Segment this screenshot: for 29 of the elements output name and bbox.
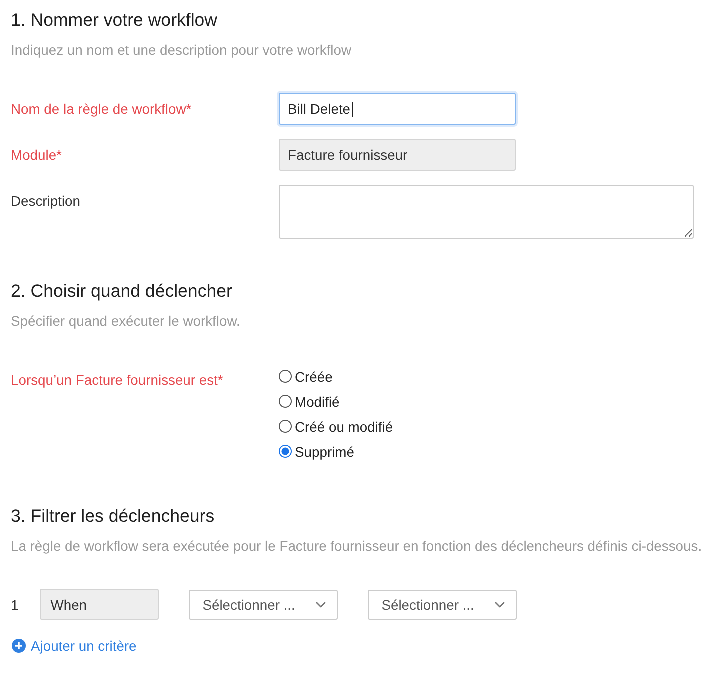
radio-option[interactable]: Créée (279, 364, 333, 389)
plus-circle-icon (12, 639, 26, 653)
radio-option[interactable]: Modifié (279, 389, 340, 414)
field-label: Module* (11, 146, 62, 164)
row-number: 1 (11, 596, 19, 612)
text-field[interactable]: Bill Delete (279, 93, 516, 125)
chevron-down-icon (316, 602, 326, 608)
description-field[interactable] (279, 185, 694, 239)
field-label: Description (11, 192, 80, 210)
criterion-field: When (40, 589, 159, 620)
add-criterion-link[interactable]: Ajouter un critère (11, 638, 137, 654)
section-description: Spécifier quand exécuter le workflow. (11, 312, 240, 330)
select-dropdown[interactable]: Sélectionner ... (188, 590, 338, 620)
chevron-down-icon (494, 602, 505, 608)
section-title: 3. Filtrer les déclencheurs (11, 505, 215, 528)
radio-icon[interactable] (279, 420, 292, 433)
radio-icon[interactable] (279, 395, 292, 408)
field-label: Lorsqu’un Facture fournisseur est* (11, 371, 224, 389)
section-description: Indiquez un nom et une description pour votre workflow (11, 41, 352, 59)
section-title: 1. Nommer votre workflow (11, 9, 218, 32)
radio-icon[interactable] (279, 370, 292, 383)
section-description: La règle de workflow sera exécutée pour le Facture fournisseur en fonction des déclencheurs définis ci-dessous. (11, 537, 702, 555)
radio-option[interactable]: Créé ou modifié (279, 414, 394, 439)
section-title: 2. Choisir quand déclencher (11, 280, 232, 303)
field-label: Nom de la règle de workflow* (11, 100, 192, 118)
radio-icon[interactable] (279, 445, 292, 458)
text-cursor (352, 102, 353, 116)
radio-option[interactable]: Supprimé (279, 439, 354, 464)
select-dropdown[interactable]: Sélectionner ... (368, 590, 517, 620)
